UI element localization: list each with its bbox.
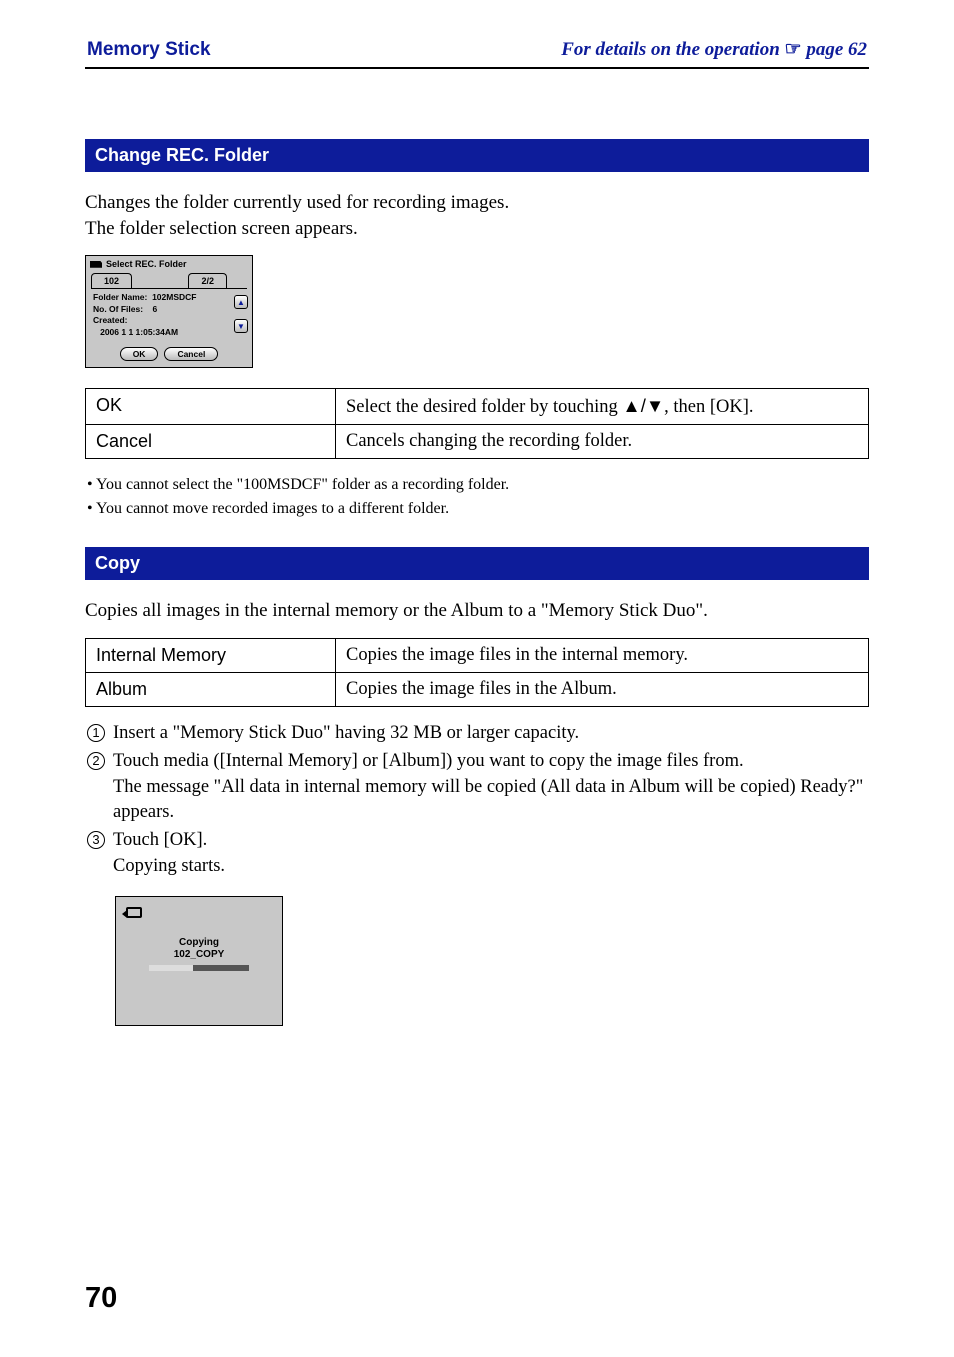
option-label: Cancel xyxy=(86,425,336,459)
change-rec-folder-notes: You cannot select the "100MSDCF" folder … xyxy=(85,473,869,521)
copy-steps: 1 Insert a "Memory Stick Duo" having 32 … xyxy=(85,721,869,880)
list-item: You cannot move recorded images to a dif… xyxy=(87,497,869,521)
section-heading-change-rec-folder: Change REC. Folder xyxy=(85,139,869,172)
step-number-icon: 3 xyxy=(87,831,105,849)
option-label: OK xyxy=(86,389,336,425)
arrow-down-button[interactable]: ▼ xyxy=(234,319,248,333)
step-item: 1 Insert a "Memory Stick Duo" having 32 … xyxy=(87,721,869,747)
pointing-hand-icon: ☞ xyxy=(785,39,802,60)
list-item: You cannot select the "100MSDCF" folder … xyxy=(87,473,869,497)
table-row: OK Select the desired folder by touching… xyxy=(86,389,869,425)
change-rec-folder-options-table: OK Select the desired folder by touching… xyxy=(85,388,869,459)
option-description: Select the desired folder by touching ▲/… xyxy=(336,389,869,425)
folder-tab[interactable]: 102 xyxy=(91,273,132,288)
arrow-up-button[interactable]: ▲ xyxy=(234,295,248,309)
copy-options-table: Internal Memory Copies the image files i… xyxy=(85,638,869,707)
copying-label: Copying xyxy=(116,937,282,949)
ok-button[interactable]: OK xyxy=(120,347,159,361)
step-item: 2 Touch media ([Internal Memory] or [Alb… xyxy=(87,749,869,827)
table-row: Internal Memory Copies the image files i… xyxy=(86,638,869,672)
memory-stick-icon xyxy=(90,261,102,268)
progress-bar xyxy=(149,965,249,971)
step-item: 3 Touch [OK]. Copying starts. xyxy=(87,828,869,880)
header-cross-ref: For details on the operation ☞ page 62 xyxy=(561,38,867,61)
select-rec-folder-dialog: Select REC. Folder 102 2/2 Folder Name: … xyxy=(85,255,253,368)
copying-progress-dialog: Copying 102_COPY xyxy=(115,896,283,1026)
option-label: Album xyxy=(86,672,336,706)
header-section-name: Memory Stick xyxy=(87,39,211,61)
step-number-icon: 2 xyxy=(87,752,105,770)
option-label: Internal Memory xyxy=(86,638,336,672)
section-heading-copy: Copy xyxy=(85,547,869,580)
option-description: Copies the image files in the internal m… xyxy=(336,638,869,672)
option-description: Copies the image files in the Album. xyxy=(336,672,869,706)
cancel-button[interactable]: Cancel xyxy=(164,347,218,361)
table-row: Album Copies the image files in the Albu… xyxy=(86,672,869,706)
table-row: Cancel Cancels changing the recording fo… xyxy=(86,425,869,459)
page-header: Memory Stick For details on the operatio… xyxy=(85,38,869,69)
page-indicator: 2/2 xyxy=(188,273,227,288)
dialog-title: Select REC. Folder xyxy=(106,259,187,269)
return-icon xyxy=(126,907,142,918)
copying-folder-name: 102_COPY xyxy=(116,949,282,961)
step-number-icon: 1 xyxy=(87,724,105,742)
page-number: 70 xyxy=(85,1282,117,1315)
option-description: Cancels changing the recording folder. xyxy=(336,425,869,459)
change-rec-folder-description: Changes the folder currently used for re… xyxy=(85,190,869,241)
copy-description: Copies all images in the internal memory… xyxy=(85,598,869,624)
